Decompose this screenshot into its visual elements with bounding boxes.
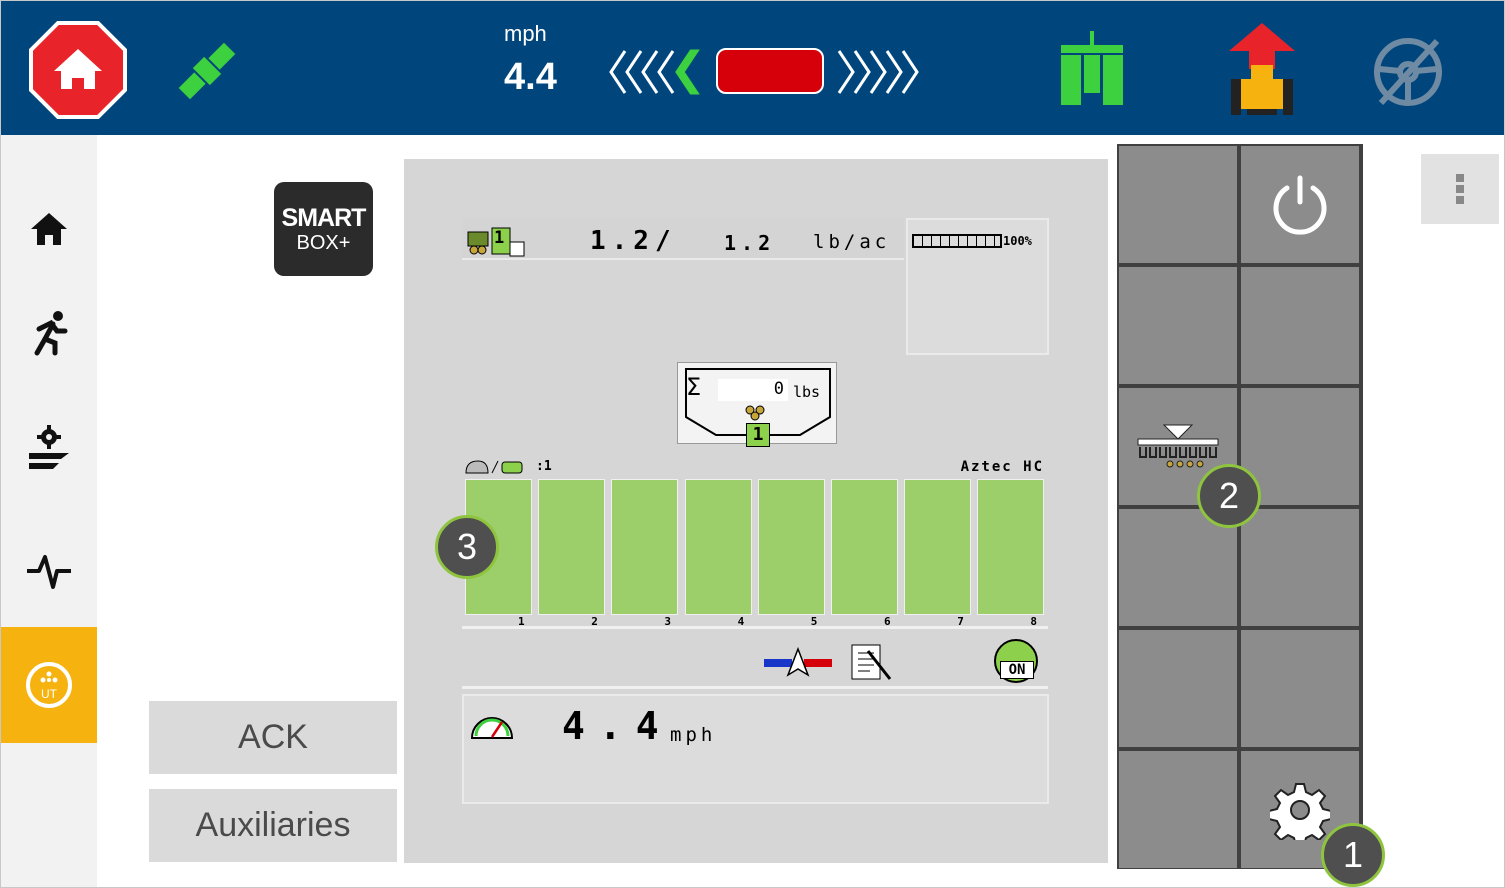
product-name-label: Aztec HC (960, 459, 1044, 475)
power-icon (1273, 175, 1327, 235)
speed-box-value: 4.4 (562, 704, 673, 748)
section-number-6: 6 (884, 615, 891, 628)
section-number-2: 2 (591, 615, 598, 628)
section-number-1: 1 (518, 615, 525, 628)
more-menu-button[interactable] (1421, 154, 1499, 224)
logo-text-line2: BOX+ (296, 232, 351, 254)
master-on-label: ON (1000, 661, 1034, 679)
ground-speed-value: 4.4 (504, 56, 557, 98)
home-icon (31, 213, 67, 245)
section-bar-7[interactable] (904, 479, 972, 615)
steering-disabled-icon[interactable] (1371, 35, 1445, 109)
planter-icon (1137, 424, 1219, 467)
softkey-10[interactable] (1241, 630, 1359, 747)
more-menu-icon (1456, 174, 1464, 182)
callout-badge-3: 3 (435, 515, 499, 579)
runner-icon (34, 311, 68, 356)
row-meter-icon (465, 460, 523, 474)
softkey-9[interactable] (1119, 630, 1237, 747)
ut-icon: UT (26, 662, 72, 708)
section-number-5: 5 (810, 615, 818, 628)
speed-box-unit: mph (670, 724, 717, 746)
guidance-status-icon (764, 647, 832, 677)
section-bar-6[interactable] (831, 479, 898, 615)
task-notes-icon[interactable] (850, 641, 892, 681)
softkey-11[interactable] (1119, 751, 1237, 868)
rate-unit-label: lb/ac (813, 231, 891, 253)
softkey-4[interactable] (1241, 267, 1359, 384)
sidebar: UT (1, 135, 97, 887)
softkey-power[interactable] (1241, 146, 1359, 263)
ack-button[interactable]: ACK (149, 701, 397, 774)
gear-icon (1270, 782, 1330, 840)
row-ratio-label: :1 (536, 459, 552, 474)
product-number-label: 1 (494, 228, 505, 248)
total-sigma-label: Σ (686, 373, 702, 401)
lightbar-left-chevrons-icon (607, 47, 707, 97)
product-total-box: Σ 0 lbs 1 (677, 362, 837, 447)
section-number-4: 4 (737, 615, 745, 628)
master-on-icon[interactable]: ON (994, 639, 1038, 683)
section-number-8: 8 (1030, 615, 1038, 628)
field-gear-icon (29, 425, 69, 469)
target-rate-value: 1.2 (724, 231, 776, 255)
gps-satellite-icon[interactable] (171, 35, 243, 107)
sidebar-item-universal-terminal[interactable]: UT (1, 627, 97, 743)
softkey-3[interactable] (1119, 267, 1237, 384)
section-bars: 1 2 3 4 5 6 7 8 (462, 475, 1048, 629)
callout-badge-2: 2 (1197, 464, 1261, 528)
sidebar-item-diagnostics[interactable] (1, 511, 97, 627)
speedometer-icon (470, 717, 514, 739)
more-menu-dot (1456, 196, 1464, 204)
section-header: :1 Aztec HC (462, 457, 1048, 477)
svg-text:UT: UT (41, 687, 58, 701)
lightbar-right-chevrons-icon (835, 47, 935, 97)
speed-box: 4.4 mph (462, 694, 1049, 804)
seed-icon (745, 405, 765, 421)
home-stop-icon[interactable] (29, 21, 127, 119)
total-product-number: 1 (746, 423, 770, 447)
auxiliaries-button[interactable]: Auxiliaries (149, 789, 397, 862)
softkey-8[interactable] (1241, 509, 1359, 626)
section-number-7: 7 (957, 615, 964, 628)
section-control-icon[interactable] (1055, 31, 1129, 111)
bin-level-percent: 100% (1003, 234, 1032, 248)
lightbar-center-indicator (716, 48, 824, 94)
sidebar-item-run[interactable] (1, 275, 97, 391)
callout-badge-1: 1 (1321, 823, 1385, 887)
section-bar-5[interactable] (757, 479, 825, 615)
smartbox-logo: SMART BOX+ (265, 171, 382, 287)
pulse-icon (27, 555, 71, 589)
section-bar-4[interactable] (684, 479, 752, 615)
total-unit: lbs (793, 383, 821, 401)
total-value: 0 (718, 379, 788, 401)
tractor-icon[interactable] (1225, 21, 1299, 119)
section-bar-2[interactable] (538, 479, 606, 615)
section-bar-8[interactable] (977, 479, 1045, 615)
sidebar-item-home[interactable] (1, 171, 97, 287)
softkey-1[interactable] (1119, 146, 1237, 263)
sidebar-item-field-setup[interactable] (1, 389, 97, 505)
more-menu-dot (1456, 185, 1464, 193)
status-icon-row: ON (462, 635, 1048, 689)
section-bar-3[interactable] (611, 479, 679, 615)
section-number-3: 3 (664, 615, 672, 628)
top-status-bar: mph 4.4 (1, 1, 1504, 135)
actual-rate-value: 1.2/ (590, 226, 677, 256)
ut-screen: mph 4.4 UT SMART BOX+ ACK Auxiliaries 1 … (0, 0, 1505, 888)
logo-text-line1: SMART (281, 204, 367, 232)
bin-level-box: 100% (906, 218, 1049, 355)
speed-unit-label: mph (504, 21, 547, 46)
bin-level-gauge (912, 234, 1002, 248)
